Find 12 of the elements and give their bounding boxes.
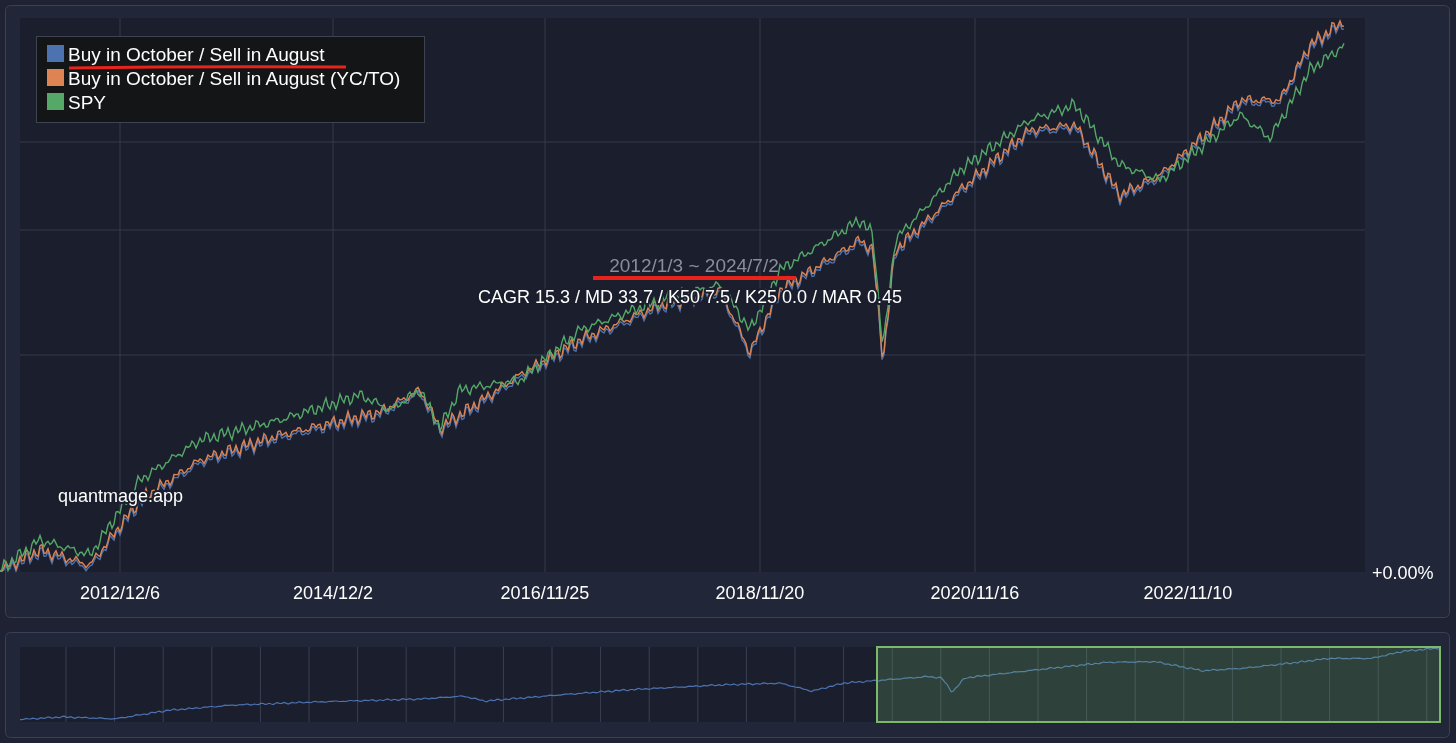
legend-label[interactable]: SPY	[68, 92, 107, 113]
legend-label[interactable]: Buy in October / Sell in August (YC/TO)	[68, 68, 401, 89]
x-axis-label: 2014/12/2	[292, 583, 374, 603]
x-axis-label: 2016/11/25	[500, 583, 590, 603]
x-axis-label: 2022/11/10	[1143, 583, 1233, 603]
range-selector[interactable]	[876, 646, 1441, 723]
y-axis-label: +0.00%	[1372, 563, 1434, 583]
date-range: 2012/1/3 ~ 2024/7/2	[609, 255, 779, 276]
x-axis-label: 2012/12/6	[79, 583, 161, 603]
x-axis-label: 2018/11/20	[715, 583, 805, 603]
x-axis-label: 2020/11/16	[930, 583, 1020, 603]
legend-label[interactable]: Buy in October / Sell in August	[68, 44, 325, 65]
